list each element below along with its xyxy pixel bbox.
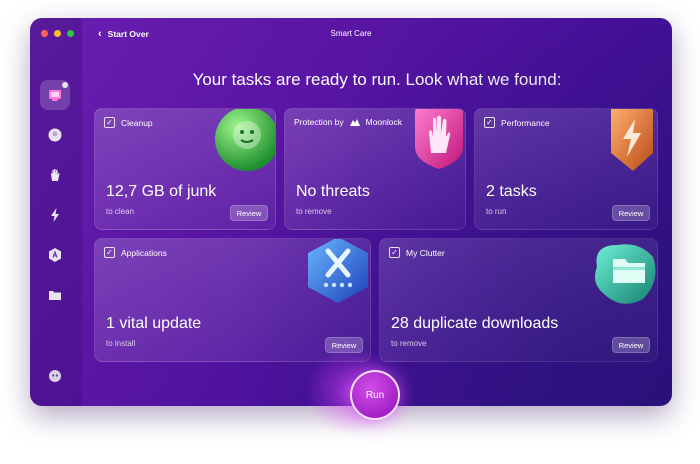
performance-value: 2 tasks [486, 183, 537, 200]
sidebar [30, 18, 82, 406]
performance-card: ✓ Performance 2 tasks to run Review [474, 108, 658, 230]
minimize-window-button[interactable] [54, 30, 61, 37]
my-clutter-label: My Clutter [406, 247, 445, 258]
sidebar-item-applications[interactable] [40, 240, 70, 270]
assistant-icon [49, 370, 61, 382]
smart-care-icon [49, 90, 61, 101]
cleanup-value: 12,7 GB of junk [106, 183, 217, 200]
protection-card: Protection by Moonlock No threats to rem… [284, 108, 466, 230]
chevron-left-icon: ‹ [98, 27, 102, 40]
applications-card: ✓ Applications 1 vital update to install… [94, 238, 371, 362]
cleanup-illustration-icon [215, 109, 275, 171]
applications-sub: to install [106, 339, 136, 348]
folder-icon [49, 291, 61, 300]
sidebar-item-performance[interactable] [40, 200, 70, 230]
applications-icon [49, 248, 61, 262]
performance-label: Performance [501, 117, 550, 128]
performance-review-button[interactable]: Review [612, 205, 650, 221]
cleanup-sub: to clean [106, 207, 135, 216]
my-clutter-sub: to remove [391, 339, 427, 348]
cleanup-label: Cleanup [121, 117, 153, 128]
my-clutter-review-button[interactable]: Review [612, 337, 650, 353]
cleanup-icon [48, 128, 62, 142]
protection-hand-illustration-icon [415, 109, 463, 169]
performance-illustration-icon [611, 109, 653, 171]
page-headline: Your tasks are ready to run. Look what w… [192, 70, 562, 89]
applications-value: 1 vital update [106, 315, 202, 332]
clutter-illustration-icon [595, 244, 656, 304]
cleanup-checkbox[interactable]: ✓ [104, 117, 115, 128]
protection-value: No threats [296, 183, 370, 200]
applications-illustration-icon [308, 239, 368, 303]
assistant-button[interactable] [40, 361, 70, 391]
window-controls [41, 30, 74, 37]
protection-brand: Moonlock [365, 117, 403, 127]
performance-bolt-icon [51, 208, 59, 222]
protection-sub: to remove [296, 207, 332, 216]
moonlock-logo-icon [349, 119, 360, 126]
protection-hand-icon [51, 168, 60, 181]
app-window: ‹ Start Over Smart Care Your tasks are r… [30, 18, 672, 406]
sidebar-item-cleanup[interactable] [40, 120, 70, 150]
start-over-label: Start Over [107, 29, 149, 39]
sidebar-item-my-clutter[interactable] [40, 280, 70, 310]
protection-label: Protection by [294, 117, 344, 127]
performance-sub: to run [486, 207, 507, 216]
sidebar-item-smart-care[interactable] [40, 80, 70, 110]
cleanup-card: ✓ Cleanup 12,7 GB of junk to clean Revie… [94, 108, 276, 230]
applications-label: Applications [121, 247, 167, 258]
cleanup-review-button[interactable]: Review [230, 205, 268, 221]
my-clutter-value: 28 duplicate downloads [391, 315, 559, 332]
start-over-button[interactable]: ‹ Start Over [98, 27, 149, 41]
my-clutter-card: ✓ My Clutter 28 duplicate downloads to r… [379, 238, 658, 362]
zoom-window-button[interactable] [67, 30, 74, 37]
my-clutter-checkbox[interactable]: ✓ [389, 247, 400, 258]
performance-checkbox[interactable]: ✓ [484, 117, 495, 128]
close-window-button[interactable] [41, 30, 48, 37]
notification-dot [62, 82, 68, 88]
sidebar-item-protection[interactable] [40, 160, 70, 190]
run-button[interactable]: Run [350, 370, 400, 420]
applications-review-button[interactable]: Review [325, 337, 363, 353]
applications-checkbox[interactable]: ✓ [104, 247, 115, 258]
